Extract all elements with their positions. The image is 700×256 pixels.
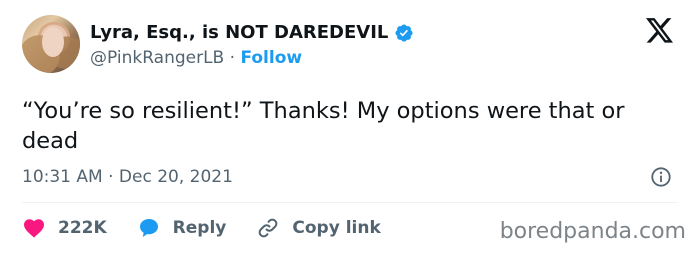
reply-bubble-icon [139, 219, 158, 237]
heart-icon [24, 219, 44, 238]
action-bar: 222K Reply Copy link [22, 216, 411, 240]
handle-separator: · [229, 48, 236, 68]
follow-button[interactable]: Follow [240, 48, 302, 68]
like-count: 222K [58, 218, 107, 238]
avatar-face [42, 27, 64, 57]
author-handle[interactable]: @PinkRangerLB [90, 48, 224, 68]
link-icon [259, 218, 278, 238]
tweet-text: “You’re so resilient!” Thanks! My option… [22, 98, 625, 154]
info-icon[interactable] [650, 166, 672, 188]
tweet-timestamp[interactable]: 10:31 AM · Dec 20, 2021 [22, 167, 233, 187]
copy-link-button[interactable]: Copy link [256, 216, 381, 240]
copy-link-label: Copy link [292, 218, 381, 238]
author-display-name[interactable]: Lyra, Esq., is NOT DAREDEVIL [90, 22, 388, 43]
watermark: boredpanda.com [499, 219, 686, 244]
reply-label: Reply [172, 218, 227, 238]
author-name-row: Lyra, Esq., is NOT DAREDEVIL [90, 22, 414, 43]
reply-button[interactable]: Reply [137, 216, 227, 240]
verified-badge-icon [395, 23, 413, 42]
divider [22, 202, 678, 203]
avatar[interactable] [22, 15, 80, 73]
handle-row: @PinkRangerLB · Follow [90, 48, 302, 68]
x-logo-icon[interactable] [646, 18, 674, 44]
like-button[interactable]: 222K [22, 216, 107, 240]
